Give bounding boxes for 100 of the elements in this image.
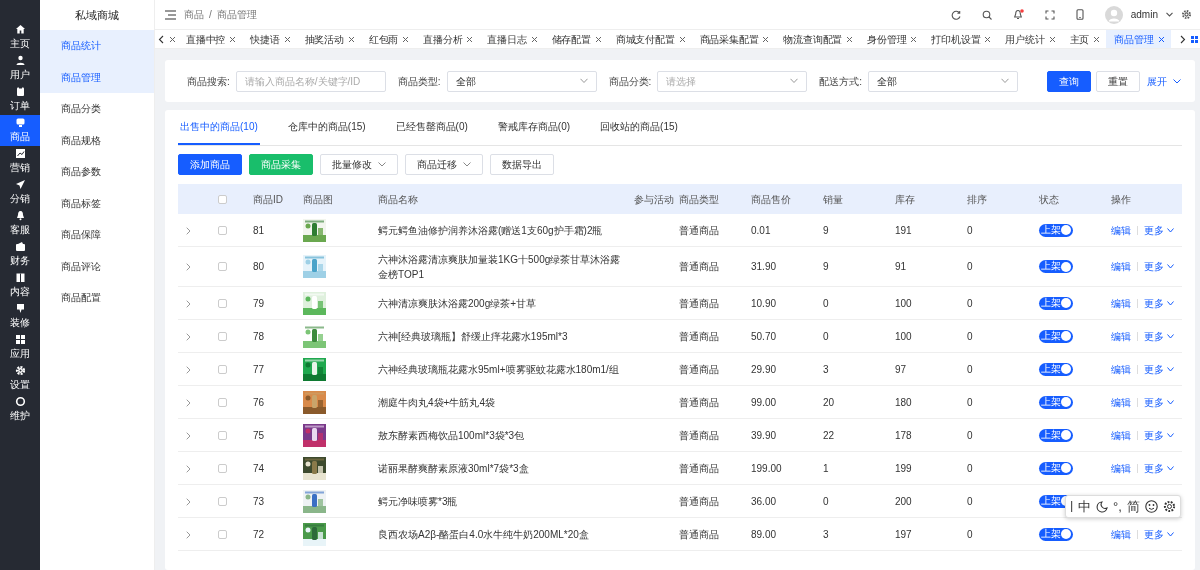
- close-icon[interactable]: [466, 35, 474, 43]
- caret-icon[interactable]: [1166, 465, 1174, 471]
- submenu-item[interactable]: 商品参数: [40, 156, 154, 188]
- tab[interactable]: 警戒库存商品(0): [495, 110, 573, 145]
- edit-link[interactable]: 编辑: [1111, 394, 1131, 410]
- toolbar-button[interactable]: 数据导出: [490, 154, 554, 175]
- refresh-icon[interactable]: [950, 9, 961, 20]
- more-link[interactable]: 更多: [1144, 259, 1164, 274]
- more-link[interactable]: 更多: [1144, 295, 1164, 311]
- submenu-item[interactable]: 商品规格: [40, 124, 154, 156]
- caret-icon[interactable]: [1166, 227, 1174, 233]
- status-toggle[interactable]: 上架: [1039, 329, 1073, 343]
- more-link[interactable]: 更多: [1144, 394, 1164, 410]
- close-icon[interactable]: [678, 35, 686, 43]
- tab[interactable]: 红包雨: [360, 30, 416, 48]
- status-toggle[interactable]: 上架: [1039, 223, 1073, 237]
- fullscreen-icon[interactable]: [1044, 9, 1055, 20]
- checkbox[interactable]: [218, 529, 227, 539]
- caret-icon[interactable]: [1166, 432, 1174, 438]
- phone-icon[interactable]: [1075, 9, 1084, 20]
- edit-link[interactable]: 编辑: [1111, 427, 1131, 443]
- close-icon[interactable]: [229, 35, 237, 43]
- bell-icon[interactable]: [1012, 9, 1024, 20]
- more-link[interactable]: 更多: [1144, 328, 1164, 344]
- sidebar-item[interactable]: 应用: [0, 332, 40, 363]
- sidebar-item[interactable]: 装修: [0, 301, 40, 332]
- checkbox[interactable]: [218, 298, 227, 308]
- more-link[interactable]: 更多: [1144, 361, 1164, 377]
- tab[interactable]: 仓库中的商品(15): [285, 110, 368, 145]
- close-icon[interactable]: [594, 35, 602, 43]
- tab[interactable]: 出售中的商品(10): [178, 110, 260, 145]
- tab[interactable]: 储存配置: [543, 30, 608, 48]
- caret-icon[interactable]: [1166, 531, 1174, 537]
- sidebar-item[interactable]: 商品: [0, 115, 40, 146]
- punctuation-toggle[interactable]: °,: [1113, 496, 1122, 517]
- checkbox[interactable]: [218, 194, 227, 204]
- close-icon[interactable]: [846, 35, 854, 43]
- tab[interactable]: 商品采集配置: [691, 30, 776, 48]
- filter-button[interactable]: 重置: [1096, 70, 1140, 92]
- tab[interactable]: 身份管理: [859, 30, 924, 48]
- toolbar-button[interactable]: 添加商品: [178, 154, 242, 175]
- close-icon[interactable]: [1157, 35, 1165, 43]
- sidebar-item[interactable]: 主页: [0, 22, 40, 53]
- checkbox[interactable]: [218, 430, 227, 440]
- edit-link[interactable]: 编辑: [1111, 526, 1131, 542]
- caret-icon[interactable]: [1166, 264, 1174, 269]
- sidebar-item[interactable]: 设置: [0, 363, 40, 394]
- edit-link[interactable]: 编辑: [1111, 259, 1131, 274]
- edit-link[interactable]: 编辑: [1111, 460, 1131, 476]
- tab[interactable]: 抽奖活动: [296, 30, 361, 48]
- select-field[interactable]: 全部: [446, 70, 597, 92]
- caret-icon[interactable]: [1166, 333, 1174, 339]
- close-icon[interactable]: [402, 35, 410, 43]
- checkbox[interactable]: [218, 463, 227, 473]
- caret-icon[interactable]: [1166, 12, 1173, 17]
- checkbox[interactable]: [218, 331, 227, 341]
- submenu-item[interactable]: 商品保障: [40, 219, 154, 251]
- tab[interactable]: 快捷语: [242, 30, 297, 48]
- sidebar-item[interactable]: 维护: [0, 394, 40, 425]
- close-icon[interactable]: [283, 35, 291, 43]
- status-toggle[interactable]: 上架: [1039, 296, 1073, 310]
- submenu-item[interactable]: 商品统计: [40, 30, 154, 62]
- breadcrumb-item[interactable]: 商品: [184, 7, 204, 22]
- edit-link[interactable]: 编辑: [1111, 295, 1131, 311]
- checkbox[interactable]: [218, 225, 227, 235]
- close-icon[interactable]: [530, 35, 538, 43]
- tab[interactable]: 商品管理: [1106, 30, 1171, 48]
- more-link[interactable]: 更多: [1144, 460, 1164, 476]
- checkbox[interactable]: [218, 262, 227, 271]
- close-icon[interactable]: [984, 35, 992, 43]
- settings-icon[interactable]: [1181, 9, 1192, 20]
- tab[interactable]: 直播中控: [178, 30, 243, 48]
- tab[interactable]: 回收站的商品(15): [598, 110, 680, 145]
- sidebar-item[interactable]: 内容: [0, 270, 40, 301]
- status-toggle[interactable]: 上架: [1039, 260, 1073, 273]
- sidebar-item[interactable]: 营销: [0, 146, 40, 177]
- close-icon[interactable]: [762, 35, 770, 43]
- tab[interactable]: 直播日志: [479, 30, 544, 48]
- more-link[interactable]: 更多: [1144, 222, 1164, 238]
- chevron-right-icon[interactable]: [1179, 34, 1186, 44]
- status-toggle[interactable]: 上架: [1039, 461, 1073, 475]
- close-icon[interactable]: [347, 35, 355, 43]
- sidebar-item[interactable]: 客服: [0, 208, 40, 239]
- close-icon[interactable]: [168, 35, 176, 43]
- sidebar-item[interactable]: 订单: [0, 84, 40, 115]
- input-mode-toggle[interactable]: 中: [1078, 496, 1091, 517]
- close-icon[interactable]: [1048, 35, 1056, 43]
- tab[interactable]: 用户统计: [997, 30, 1062, 48]
- caret-icon[interactable]: [1166, 399, 1174, 405]
- checkbox[interactable]: [218, 364, 227, 374]
- status-toggle[interactable]: 上架: [1039, 527, 1073, 541]
- toolbar-button[interactable]: 批量修改: [320, 154, 398, 175]
- submenu-item[interactable]: 商品评论: [40, 250, 154, 282]
- edit-link[interactable]: 编辑: [1111, 222, 1131, 238]
- toolbar-button[interactable]: 商品迁移: [405, 154, 483, 175]
- submenu-item[interactable]: 商品标签: [40, 187, 154, 219]
- menu-icon[interactable]: [165, 9, 176, 20]
- script-toggle[interactable]: 简: [1126, 496, 1140, 517]
- tab[interactable]: 打印机设置: [923, 30, 998, 48]
- settings-icon[interactable]: [1162, 500, 1176, 513]
